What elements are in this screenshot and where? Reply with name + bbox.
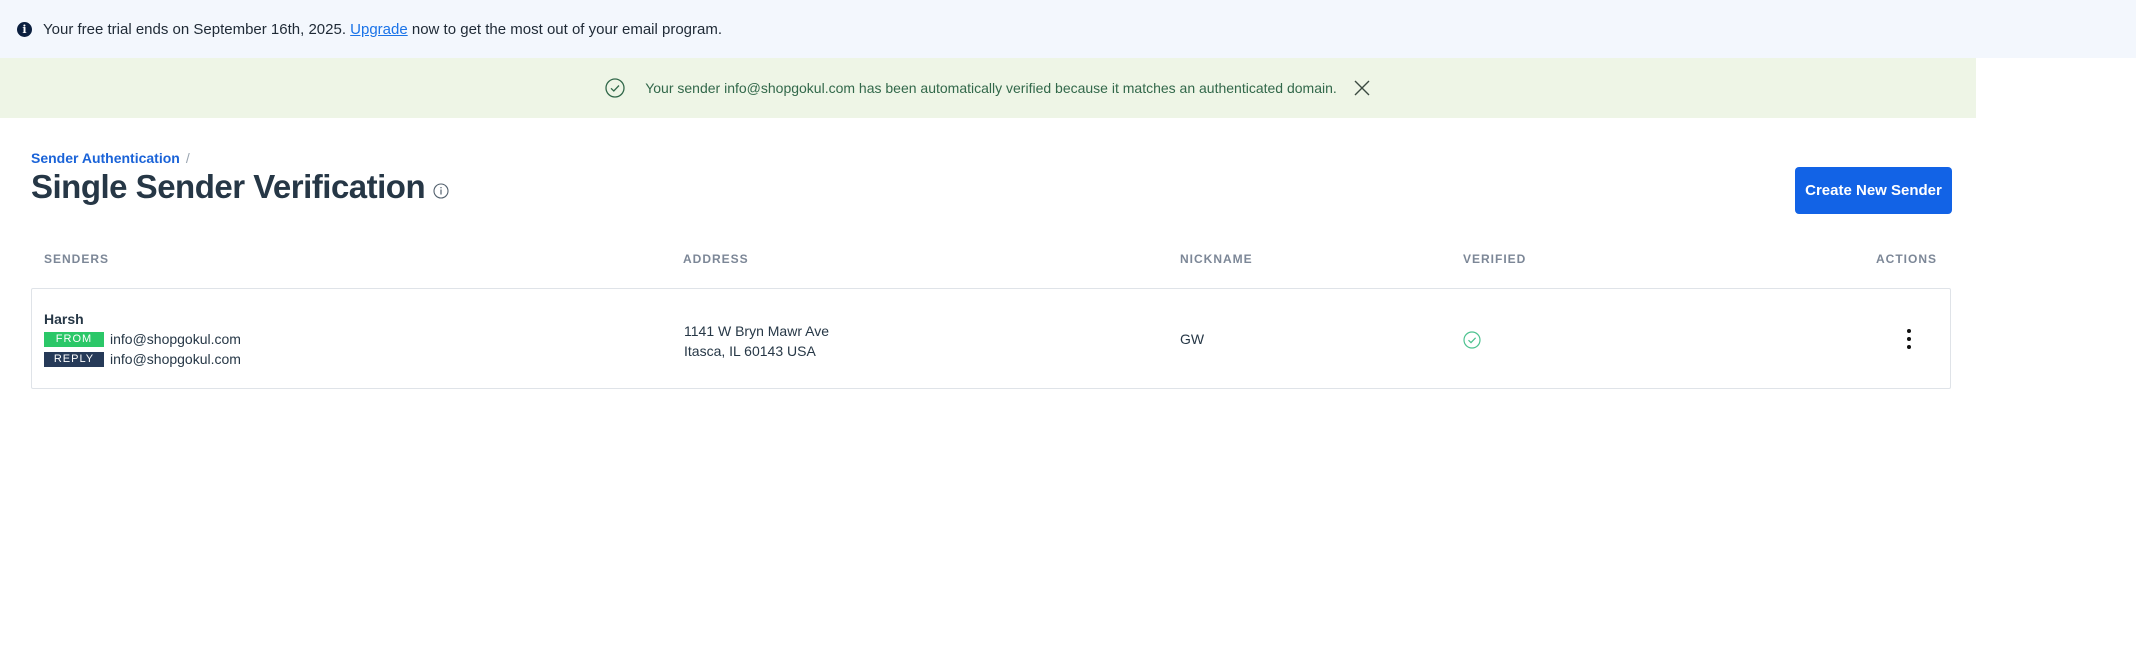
column-header-senders: SENDERS <box>44 252 110 266</box>
sender-address: 1141 W Bryn Mawr Ave Itasca, IL 60143 US… <box>684 321 829 361</box>
table-row: Harsh FROM info@shopgokul.com REPLY info… <box>31 288 1951 389</box>
sender-nickname: GW <box>1180 331 1205 347</box>
page-title-wrap: Single Sender Verification <box>31 168 449 206</box>
page-title: Single Sender Verification <box>31 168 426 205</box>
reply-email-line: REPLY info@shopgokul.com <box>44 351 241 367</box>
column-header-nickname: NICKNAME <box>1180 252 1253 266</box>
from-email: info@shopgokul.com <box>110 331 241 347</box>
trial-notice-bar: i Your free trial ends on September 16th… <box>0 0 2136 58</box>
info-icon: i <box>17 21 32 37</box>
column-header-verified: VERIFIED <box>1463 252 1527 266</box>
breadcrumb-sender-authentication[interactable]: Sender Authentication <box>31 150 180 166</box>
trial-text-after: now to get the most out of your email pr… <box>411 20 723 38</box>
from-badge: FROM <box>44 331 104 347</box>
check-circle-icon <box>605 78 625 98</box>
more-actions-icon[interactable] <box>1900 327 1918 351</box>
sender-name: Harsh <box>44 311 84 327</box>
close-icon[interactable] <box>1353 79 1371 97</box>
address-line-2: Itasca, IL 60143 USA <box>684 343 816 359</box>
verified-check-icon <box>1463 331 1481 349</box>
create-new-sender-button[interactable]: Create New Sender <box>1795 167 1952 214</box>
column-header-address: ADDRESS <box>683 252 749 266</box>
column-header-actions: ACTIONS <box>1876 252 1937 266</box>
info-outline-icon[interactable] <box>433 183 449 199</box>
from-email-line: FROM info@shopgokul.com <box>44 331 241 347</box>
breadcrumb: Sender Authentication / <box>31 150 190 166</box>
success-message: Your sender info@shopgokul.com has been … <box>645 80 1337 96</box>
table-header: SENDERS ADDRESS NICKNAME VERIFIED ACTION… <box>31 252 1951 268</box>
breadcrumb-separator: / <box>185 150 190 166</box>
address-line-1: 1141 W Bryn Mawr Ave <box>684 323 829 339</box>
reply-email: info@shopgokul.com <box>110 351 241 367</box>
trial-text-before: Your free trial ends on September 16th, … <box>43 20 346 38</box>
verification-success-banner: Your sender info@shopgokul.com has been … <box>0 58 1976 118</box>
upgrade-link[interactable]: Upgrade <box>350 21 408 38</box>
reply-badge: REPLY <box>44 351 104 367</box>
